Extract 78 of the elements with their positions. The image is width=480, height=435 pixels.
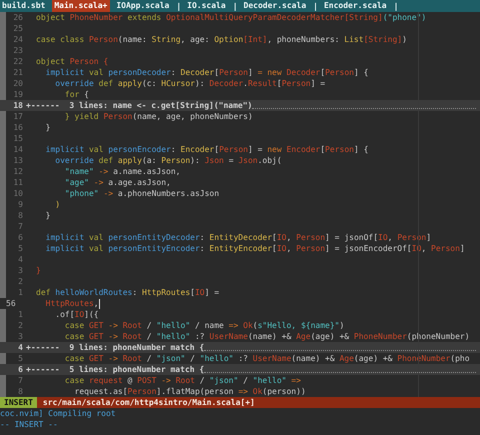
code-line: } [44, 210, 50, 221]
tab-separator: | [232, 2, 238, 10]
line-number: 25 [12, 23, 23, 34]
file-path: src/main/scala/com/http4sintro/Main.scala[+] [42, 397, 255, 408]
line-number: 1 [17, 287, 23, 298]
code-line: implicit val personDecoder: Decoder[Person] = new Decoder[Person] { [44, 67, 368, 78]
code-line: object PhoneNumber extends OptionalMultiQueryParamDecoderMatcher[String]("phone") [36, 12, 426, 23]
line-number: 2 [17, 276, 23, 287]
line-number: 3 [17, 331, 23, 342]
line-number: 11 [12, 177, 23, 188]
code-line: } [44, 122, 50, 133]
line-number: 2 [17, 320, 23, 331]
line-number: 10 [12, 188, 23, 199]
folded-lines[interactable]: +------ 9 lines: phoneNumber match { [26, 342, 204, 353]
line-number: 26 [12, 12, 23, 23]
code-line: case request @ POST -> Root / "json" / "hello" => [64, 375, 301, 386]
line-number: 4 [17, 342, 23, 353]
line-number: 14 [12, 144, 23, 155]
code-line: implicit val personEntityDecoder: EntityDecoder[IO, Person] = jsonOf[IO, Person] [44, 232, 432, 243]
code-line: case GET -> Root / "json" / "hello" :? UserName(name) +& Age(age) +& PhoneNumber(pho [64, 353, 470, 364]
line-number: 19 [12, 89, 23, 100]
code-line: for { [64, 89, 89, 100]
mode-indicator: INSERT [0, 397, 37, 408]
folded-lines[interactable]: +------ 3 lines: name <- c.get[String]("name") [26, 100, 252, 111]
line-number: 20 [12, 78, 23, 89]
line-number: 8 [17, 386, 23, 397]
line-number: 6 [17, 364, 23, 375]
code-line: "phone" -> a.phoneNumbers.asJson [64, 188, 220, 199]
code-line: } yield Person(name, age, phoneNumbers) [64, 111, 253, 122]
file-tab[interactable]: build.sbt [0, 0, 48, 12]
code-line: override def apply(a: Person): Json = Json.obj( [54, 155, 282, 166]
tab-separator: | [394, 2, 398, 10]
command-line-message: coc.nvim] Compiling root [0, 408, 117, 419]
code-line: ) [54, 199, 60, 210]
line-number: 15 [12, 133, 23, 144]
line-number: 9 [17, 199, 23, 210]
line-number: 24 [12, 34, 23, 45]
folded-lines[interactable]: +------ 5 lines: phoneNumber match { [26, 364, 204, 375]
line-number: 21 [12, 67, 23, 78]
code-line: .of[IO]({ [54, 309, 99, 320]
file-tab[interactable]: IOApp.scala [114, 0, 172, 12]
sign-column [0, 353, 6, 364]
code-line: implicit val personEncoder: Encoder[Person] = new Encoder[Person] { [44, 144, 368, 155]
code-line: "age" -> a.age.asJson, [64, 177, 171, 188]
code-line: def helloWorldRoutes: HttpRoutes[IO] = [36, 287, 220, 298]
code-line: request.as[Person].flatMap(person => Ok(person)) [74, 386, 306, 397]
line-number: 23 [12, 45, 23, 56]
line-number: 6 [17, 232, 23, 243]
line-number: 17 [12, 111, 23, 122]
tab-separator: | [176, 2, 182, 10]
tab-separator: | [313, 2, 318, 10]
command-line-message: -- INSERT -- [0, 419, 59, 430]
code-line: case class Person(name: String, age: Option[Int], phoneNumbers: List[String]) [36, 34, 407, 45]
code-line: } [36, 265, 41, 276]
file-tab[interactable]: Decoder.scala [242, 0, 310, 12]
line-number: 5 [17, 353, 23, 364]
line-number: 56 [6, 298, 17, 309]
code-line: object Person { [36, 56, 108, 67]
line-number: 13 [12, 155, 23, 166]
line-number: 12 [12, 166, 23, 177]
line-number: 18 [12, 100, 23, 111]
code-line: case GET -> Root / "hello" / name => Ok(s"Hello, ${name}") [64, 320, 344, 331]
code-line: override def apply(c: HCursor): Decoder.Result[Person] = [54, 78, 326, 89]
code-line: case GET -> Root / "hello" :? UserName(name) +& Age(age) +& PhoneNumber(phoneNumber) [64, 331, 470, 342]
line-number: 8 [17, 210, 23, 221]
line-number: 4 [17, 254, 23, 265]
code-line: "name" -> a.name.asJson, [64, 166, 180, 177]
line-number: 22 [12, 56, 23, 67]
file-tab[interactable]: Main.scala+ [52, 0, 110, 12]
line-number: 3 [17, 265, 23, 276]
code-line: HttpRoutes, [44, 298, 99, 309]
line-number: 1 [17, 309, 23, 320]
file-tab[interactable]: Encoder.scala [322, 0, 390, 12]
line-number: 16 [12, 122, 23, 133]
line-number: 7 [17, 375, 23, 386]
line-number: 5 [17, 243, 23, 254]
file-tab[interactable]: IO.scala [185, 0, 229, 12]
line-number: 7 [17, 221, 23, 232]
